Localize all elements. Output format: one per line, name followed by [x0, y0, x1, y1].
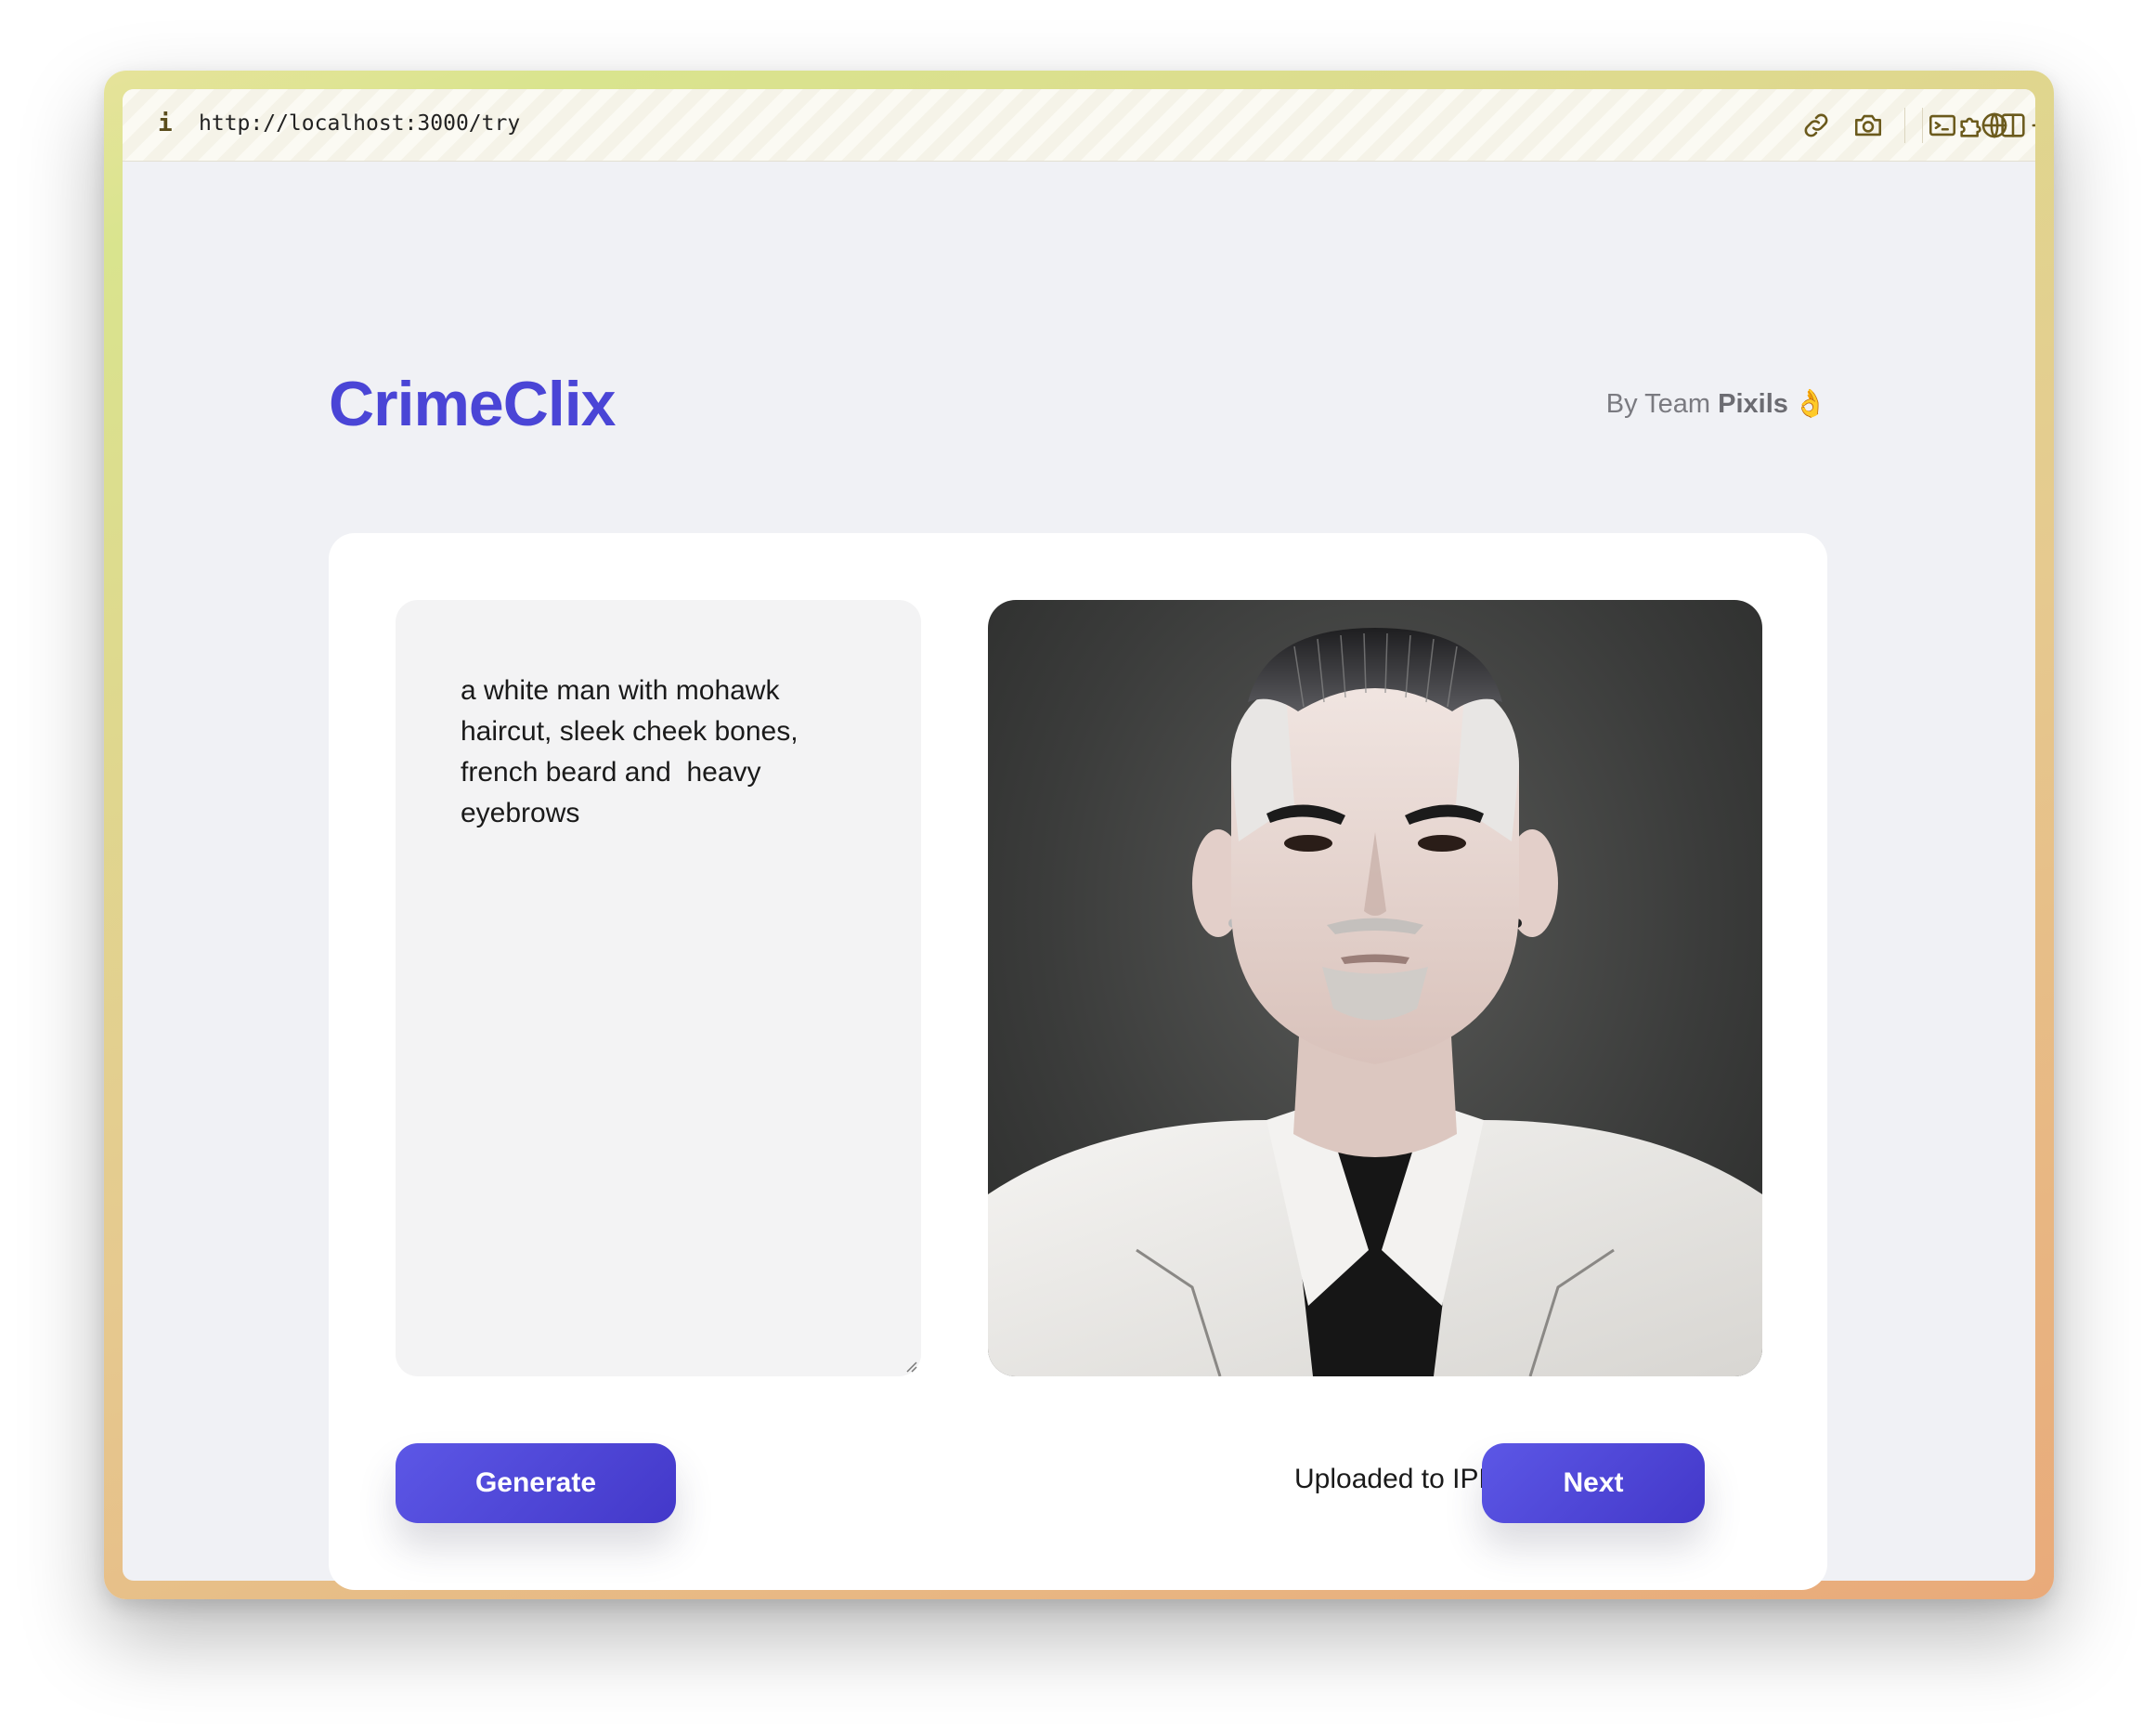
resize-handle-icon[interactable] [903, 1358, 917, 1373]
next-button[interactable]: Next [1482, 1443, 1705, 1523]
team-byline: By Team Pixils 👌 [1606, 388, 1827, 420]
prompt-text[interactable]: a white man with mohawk haircut, sleek c… [461, 671, 856, 834]
byline-team: Pixils [1718, 389, 1788, 419]
app-logo[interactable]: CrimeClix [329, 368, 616, 440]
generated-portrait-image [988, 600, 1762, 1376]
prompt-textarea[interactable]: a white man with mohawk haircut, sleek c… [396, 600, 921, 1376]
generate-button[interactable]: Generate [396, 1443, 676, 1523]
byline-prefix: By Team [1605, 389, 1719, 419]
ok-hand-icon: 👌 [1793, 389, 1827, 419]
generator-card: a white man with mohawk haircut, sleek c… [329, 533, 1827, 1590]
page-content: CrimeClix By Team Pixils 👌 a white man wi… [123, 162, 2035, 1590]
upload-status-text: Uploaded to IPFS [1294, 1464, 1514, 1494]
